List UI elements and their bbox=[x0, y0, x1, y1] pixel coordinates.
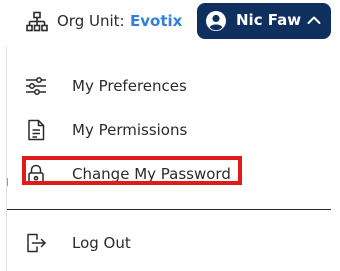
menu-item-label: Log Out bbox=[72, 234, 131, 252]
logout-icon bbox=[27, 233, 46, 253]
org-unit-icon bbox=[26, 11, 48, 32]
menu-item-change-my-password[interactable]: Change My Password bbox=[7, 154, 331, 194]
document-icon bbox=[28, 119, 45, 141]
org-unit-label: Org Unit: bbox=[57, 12, 125, 30]
user-avatar-icon bbox=[206, 11, 226, 31]
lock-icon bbox=[28, 164, 44, 185]
menu-item-log-out[interactable]: Log Out bbox=[7, 223, 331, 263]
user-menu-button[interactable]: Nic Faw bbox=[197, 3, 331, 39]
top-bar: Org Unit: Evotix Nic Faw bbox=[0, 0, 340, 46]
user-dropdown-menu: My Preferences My Permissions Change My … bbox=[6, 46, 340, 271]
menu-divider bbox=[7, 209, 331, 210]
menu-item-label: My Preferences bbox=[72, 77, 187, 95]
user-name: Nic Faw bbox=[236, 11, 302, 29]
sliders-icon bbox=[26, 77, 46, 95]
chevron-up-icon bbox=[307, 16, 321, 24]
menu-item-my-permissions[interactable]: My Permissions bbox=[7, 110, 331, 150]
org-unit-value[interactable]: Evotix bbox=[130, 12, 182, 30]
menu-item-my-preferences[interactable]: My Preferences bbox=[7, 66, 331, 106]
menu-item-label: Change My Password bbox=[72, 165, 231, 183]
menu-item-label: My Permissions bbox=[72, 121, 188, 139]
